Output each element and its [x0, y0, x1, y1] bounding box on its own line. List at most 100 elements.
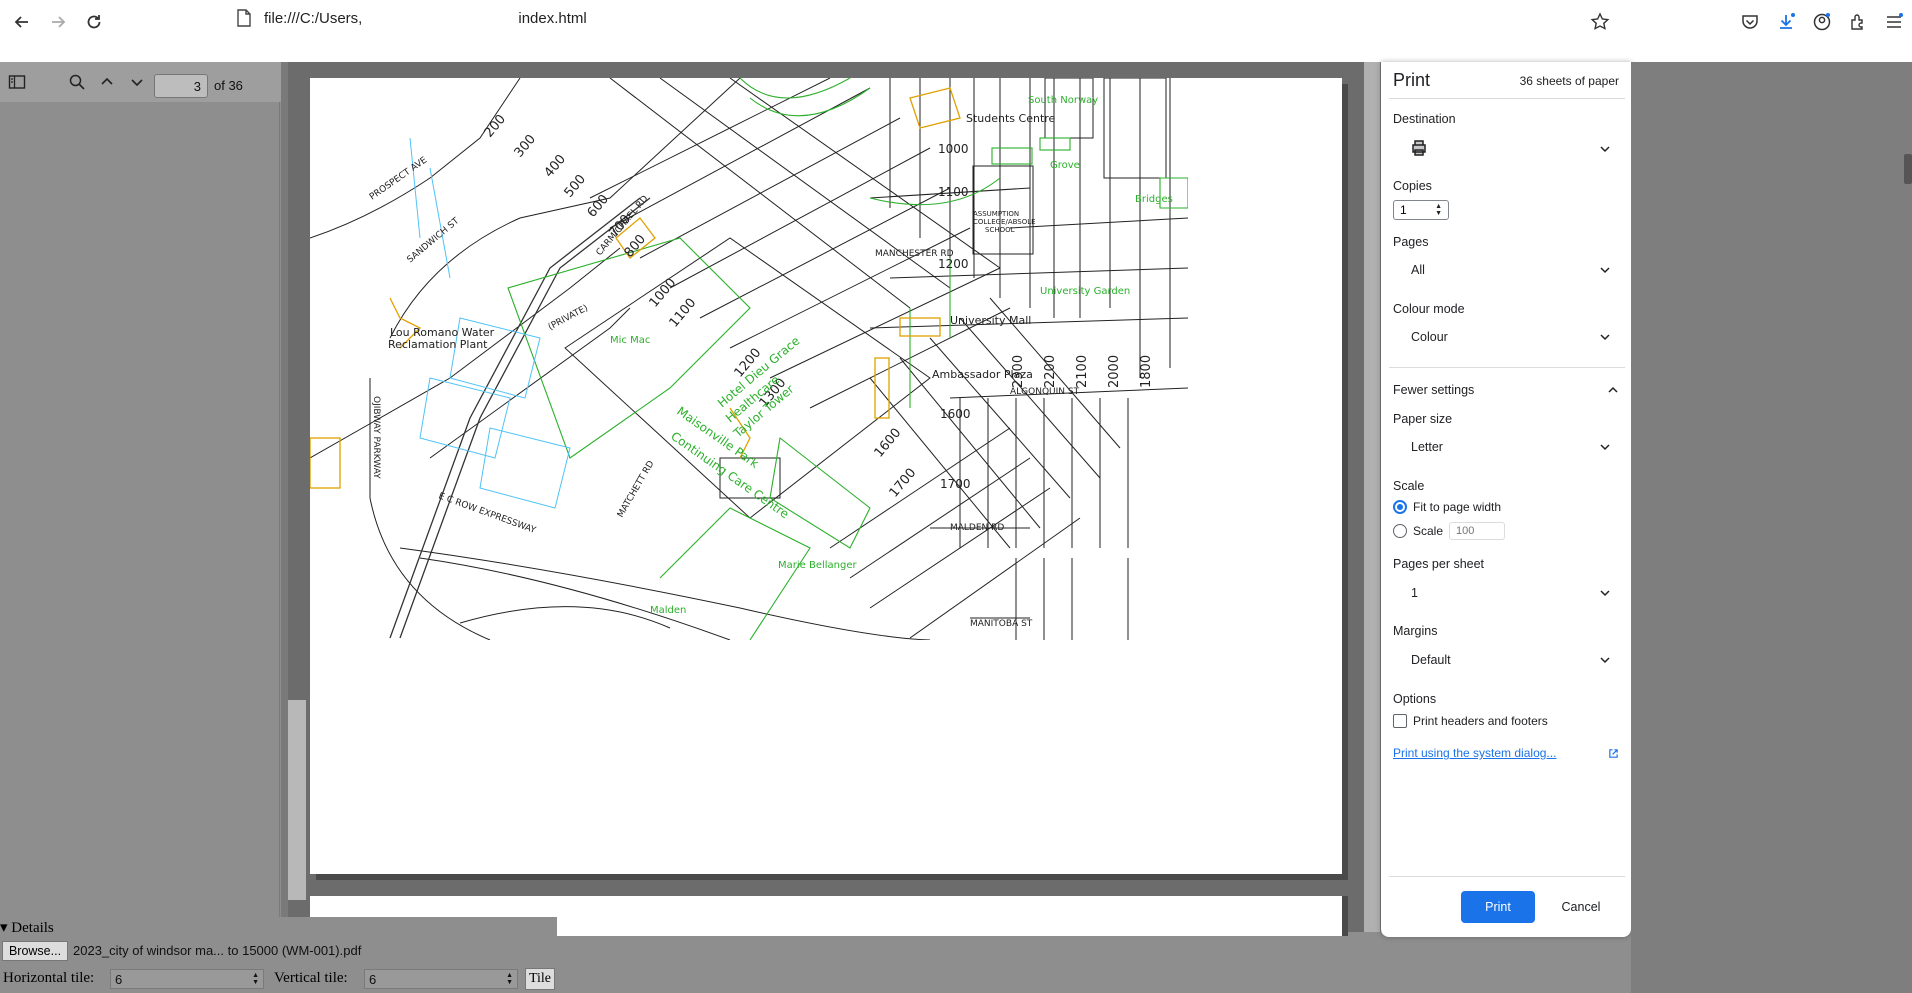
extensions-icon[interactable] — [1842, 6, 1874, 38]
colour-mode-select[interactable]: Colour — [1391, 322, 1621, 352]
viewer-right-area — [1631, 62, 1912, 993]
svg-text:2000: 2000 — [1107, 355, 1122, 388]
svg-text:1700: 1700 — [887, 466, 920, 501]
account-icon[interactable] — [1806, 6, 1838, 38]
scale-input[interactable] — [1449, 522, 1506, 540]
vertical-tile-input[interactable]: 6 ▲ ▼ — [364, 969, 518, 989]
destination-label: Destination — [1393, 112, 1456, 126]
search-icon[interactable] — [66, 71, 88, 93]
vertical-tile-label: Vertical tile: — [274, 970, 348, 986]
divider — [1389, 367, 1625, 368]
map-blue-pools — [409, 137, 571, 509]
pages-per-sheet-value: 1 — [1411, 586, 1418, 600]
copies-input[interactable]: 1 ▲ ▼ — [1393, 200, 1449, 220]
colour-mode-label: Colour mode — [1393, 302, 1465, 316]
sidebar-toggle-icon[interactable] — [6, 71, 28, 93]
bookmark-star-icon[interactable] — [1584, 6, 1616, 38]
svg-text:University Mall: University Mall — [950, 314, 1031, 327]
chevron-down-icon — [1600, 146, 1610, 153]
page-number-input[interactable] — [154, 74, 208, 98]
divider — [1389, 98, 1625, 99]
spinner-icon[interactable]: ▲ ▼ — [1435, 203, 1442, 217]
download-icon[interactable] — [1770, 6, 1802, 38]
svg-text:Malden: Malden — [650, 605, 686, 616]
printer-icon — [1411, 139, 1427, 159]
pages-per-sheet-label: Pages per sheet — [1393, 557, 1485, 571]
back-icon[interactable] — [6, 6, 38, 38]
svg-text:1100: 1100 — [938, 185, 969, 199]
svg-text:1600: 1600 — [872, 426, 905, 461]
address-bar[interactable]: file:///C:/Users, index.html — [264, 10, 587, 27]
scrollbar-thumb[interactable] — [1904, 154, 1912, 184]
print-title: Print — [1393, 70, 1431, 90]
menu-icon[interactable] — [1878, 6, 1910, 38]
next-page-icon[interactable] — [126, 71, 148, 93]
copies-value: 1 — [1400, 203, 1407, 217]
pages-select[interactable]: All — [1391, 255, 1621, 285]
svg-text:1700: 1700 — [940, 477, 971, 491]
spinner-icon[interactable]: ▲ ▼ — [506, 972, 513, 986]
horizontal-tile-label: Horizontal tile: — [3, 970, 95, 986]
svg-text:MANITOBA ST: MANITOBA ST — [970, 619, 1033, 629]
preview-page: PROSPECT AVE SANDWICH ST Lou Romano Wate… — [310, 78, 1342, 874]
chevron-down-icon — [1600, 590, 1610, 597]
url-prefix: file:///C:/Users, — [264, 10, 363, 27]
fewer-settings-toggle[interactable]: Fewer settings — [1393, 380, 1619, 400]
options-label: Options — [1393, 692, 1437, 706]
chevron-down-icon — [1600, 657, 1610, 664]
print-button[interactable]: Print — [1461, 891, 1535, 923]
details-summary[interactable]: ▾ Details — [0, 918, 54, 937]
system-dialog-link[interactable]: Print using the system dialog... — [1393, 746, 1619, 760]
page-edge — [288, 700, 306, 900]
chevron-down-icon — [1600, 444, 1610, 451]
chevron-down-icon — [1600, 267, 1610, 274]
browse-button[interactable]: Browse... — [2, 941, 68, 961]
destination-select[interactable] — [1391, 134, 1621, 164]
margins-select[interactable]: Default — [1391, 645, 1621, 675]
custom-scale-radio[interactable]: Scale — [1393, 522, 1506, 540]
svg-text:Marie Bellanger: Marie Bellanger — [778, 560, 858, 571]
paper-size-value: Letter — [1411, 440, 1443, 454]
margins-value: Default — [1411, 653, 1451, 667]
preview-scrollbar[interactable] — [1364, 62, 1380, 932]
svg-text:800: 800 — [622, 232, 649, 261]
horizontal-tile-input[interactable]: 6 ▲ ▼ — [110, 969, 264, 989]
radio-icon — [1393, 524, 1407, 538]
chevron-down-icon — [1600, 334, 1610, 341]
radio-selected-icon — [1393, 500, 1407, 514]
print-dialog: Print 36 sheets of paper Destination Cop… — [1381, 62, 1631, 937]
pages-per-sheet-select[interactable]: 1 — [1391, 578, 1621, 608]
svg-text:1800: 1800 — [1139, 355, 1154, 388]
svg-text:2200: 2200 — [1043, 355, 1058, 388]
pocket-icon[interactable] — [1734, 6, 1766, 38]
tile-button[interactable]: Tile — [525, 968, 555, 990]
svg-text:1000: 1000 — [938, 142, 969, 156]
reload-icon[interactable] — [78, 6, 110, 38]
svg-text:2100: 2100 — [1075, 355, 1090, 388]
svg-text:Students Centre: Students Centre — [966, 112, 1056, 125]
margins-label: Margins — [1393, 624, 1438, 638]
svg-text:ASSUMPTION: ASSUMPTION — [973, 210, 1019, 218]
map-railway — [389, 197, 651, 639]
svg-text:SANDWICH ST: SANDWICH ST — [406, 216, 462, 265]
svg-text:MANCHESTER RD: MANCHESTER RD — [875, 249, 954, 259]
cancel-button[interactable]: Cancel — [1544, 891, 1618, 923]
external-link-icon — [1609, 748, 1618, 758]
browser-toolbar: file:///C:/Users, index.html — [0, 0, 1912, 62]
scale-label: Scale — [1393, 479, 1425, 493]
file-name: 2023_city of windsor ma... to 15000 (WM-… — [73, 943, 362, 958]
forward-icon[interactable] — [42, 6, 74, 38]
paper-size-label: Paper size — [1393, 412, 1453, 426]
fit-to-width-radio[interactable]: Fit to page width — [1393, 500, 1501, 514]
svg-text:1600: 1600 — [940, 407, 971, 421]
fit-label: Fit to page width — [1413, 500, 1502, 514]
svg-text:Mic Mac: Mic Mac — [610, 335, 650, 346]
svg-text:SCHOOL: SCHOOL — [985, 226, 1015, 234]
svg-text:South Norway: South Norway — [1028, 95, 1098, 106]
svg-text:(PRIVATE): (PRIVATE) — [547, 303, 590, 332]
paper-size-select[interactable]: Letter — [1391, 432, 1621, 462]
headers-footers-checkbox[interactable]: Print headers and footers — [1393, 714, 1548, 728]
previous-page-icon[interactable] — [96, 71, 118, 93]
spinner-icon[interactable]: ▲ ▼ — [252, 972, 259, 986]
pages-value: All — [1411, 263, 1425, 277]
